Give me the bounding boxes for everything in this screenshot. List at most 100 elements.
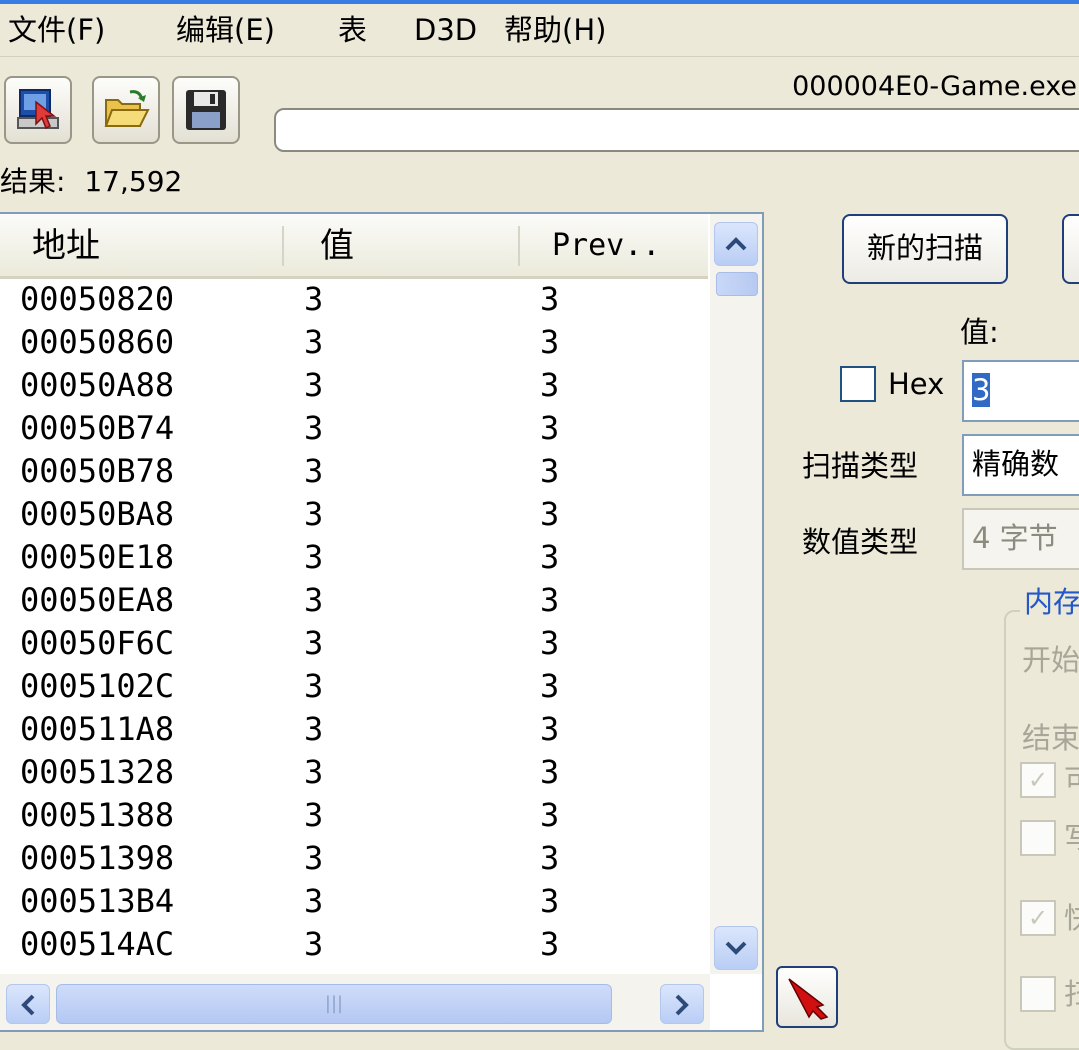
column-divider[interactable] (518, 226, 520, 266)
vertical-scroll-thumb[interactable] (716, 272, 758, 296)
option-label-2: 写 (1064, 821, 1079, 855)
row-address: 00050860 (20, 323, 175, 361)
horizontal-scroll-thumb[interactable]: ||| (56, 984, 612, 1024)
column-previous[interactable]: Prev.. (552, 226, 660, 266)
process-name-label: 000004E0-Game.exe (792, 71, 1077, 102)
result-count: 结果: 17,592 (0, 164, 182, 200)
row-value: 3 (304, 624, 324, 662)
value-label: 值: (960, 315, 999, 349)
row-address: 0005102C (20, 667, 175, 705)
scan-type-select[interactable]: 精确数 (962, 434, 1079, 496)
memory-group-label: 内存 (1020, 584, 1079, 620)
scroll-right-button[interactable] (660, 984, 704, 1024)
end-label: 结束 (1022, 721, 1079, 755)
row-previous: 3 (540, 882, 560, 920)
computer-process-icon (17, 89, 59, 130)
column-value[interactable]: 值 (320, 226, 354, 266)
column-divider[interactable] (282, 226, 284, 266)
table-row[interactable]: 000514AC 3 3 (0, 923, 710, 966)
table-row[interactable]: 000513B4 3 3 (0, 880, 710, 923)
row-address: 00050EA8 (20, 581, 175, 619)
row-value: 3 (304, 710, 324, 748)
results-rows: 00050820 3 3 00050860 3 3 00050A88 3 3 00050B74 3 3… (0, 278, 710, 998)
menu-edit[interactable]: 编辑(E) (176, 12, 275, 48)
start-label: 开始 (1022, 643, 1079, 677)
chevron-left-icon (21, 994, 35, 1016)
table-row[interactable]: 00050B78 3 3 (0, 450, 710, 493)
scan-type-label: 扫描类型 (802, 449, 919, 483)
table-row[interactable]: 00051398 3 3 (0, 837, 710, 880)
row-value: 3 (304, 882, 324, 920)
column-address[interactable]: 地址 (32, 226, 100, 266)
row-value: 3 (304, 280, 324, 318)
row-previous: 3 (540, 280, 560, 318)
row-previous: 3 (540, 667, 560, 705)
row-previous: 3 (540, 409, 560, 447)
scroll-down-button[interactable] (714, 926, 758, 970)
row-previous: 3 (540, 753, 560, 791)
open-file-button[interactable] (92, 76, 160, 144)
value-type-select[interactable]: 4 字节 (962, 508, 1079, 570)
table-row[interactable]: 00050B74 3 3 (0, 407, 710, 450)
add-to-list-button[interactable] (776, 966, 838, 1028)
scroll-up-button[interactable] (714, 222, 758, 266)
row-address: 00051328 (20, 753, 175, 791)
table-row[interactable]: 000511A8 3 3 (0, 708, 710, 751)
chevron-right-icon (675, 994, 689, 1016)
table-row[interactable]: 00050BA8 3 3 (0, 493, 710, 536)
next-scan-button[interactable] (1062, 214, 1079, 284)
table-row[interactable]: 00051328 3 3 (0, 751, 710, 794)
save-file-button[interactable] (172, 76, 240, 144)
menu-d3d[interactable]: D3D (414, 12, 477, 48)
table-row[interactable]: 00050EA8 3 3 (0, 579, 710, 622)
menu-help[interactable]: 帮助(H) (504, 12, 606, 48)
menu-bar: 文件(F) 编辑(E) 表 D3D 帮助(H) (0, 4, 1079, 57)
table-row[interactable]: 00050860 3 3 (0, 321, 710, 364)
row-address: 00050B74 (20, 409, 175, 447)
table-row[interactable]: 00050A88 3 3 (0, 364, 710, 407)
row-address: 00050820 (20, 280, 175, 318)
row-address: 000514AC (20, 925, 175, 963)
row-value: 3 (304, 409, 324, 447)
scroll-left-button[interactable] (6, 984, 50, 1024)
row-address: 00050F6C (20, 624, 175, 662)
vertical-scrollbar[interactable] (710, 214, 762, 974)
hex-label: Hex (888, 367, 945, 401)
menu-file[interactable]: 文件(F) (8, 12, 105, 48)
option-checkbox-3[interactable]: ✓ (1020, 900, 1056, 936)
row-previous: 3 (540, 624, 560, 662)
table-row[interactable]: 00050F6C 3 3 (0, 622, 710, 665)
row-address: 00050BA8 (20, 495, 175, 533)
scan-value-text: 3 (972, 373, 991, 407)
row-previous: 3 (540, 538, 560, 576)
menu-table[interactable]: 表 (338, 12, 367, 48)
option-checkbox-4[interactable] (1020, 976, 1056, 1012)
table-row[interactable]: 0005102C 3 3 (0, 665, 710, 708)
select-process-button[interactable] (4, 76, 72, 144)
new-scan-button[interactable]: 新的扫描 (842, 214, 1008, 284)
row-value: 3 (304, 667, 324, 705)
chevron-down-icon (725, 941, 747, 955)
scan-value-input[interactable]: 3 (962, 360, 1079, 422)
row-previous: 3 (540, 839, 560, 877)
results-list[interactable]: 地址 值 Prev.. 00050820 3 3 00050860 3 3 00050A88… (0, 212, 764, 1032)
option-checkbox-1[interactable]: ✓ (1020, 762, 1056, 798)
option-label-4: 扫 (1064, 977, 1079, 1011)
table-row[interactable]: 00051388 3 3 (0, 794, 710, 837)
row-value: 3 (304, 581, 324, 619)
result-count-label: 结果: (0, 165, 66, 198)
option-checkbox-2[interactable] (1020, 820, 1056, 856)
row-value: 3 (304, 323, 324, 361)
row-previous: 3 (540, 925, 560, 963)
hex-checkbox[interactable] (840, 366, 876, 402)
row-value: 3 (304, 538, 324, 576)
row-address: 00050B78 (20, 452, 175, 490)
horizontal-scrollbar[interactable]: ||| (0, 974, 710, 1030)
row-previous: 3 (540, 452, 560, 490)
results-header: 地址 值 Prev.. (0, 214, 708, 279)
row-value: 3 (304, 925, 324, 963)
table-row[interactable]: 00050E18 3 3 (0, 536, 710, 579)
open-folder-icon (104, 90, 150, 127)
row-address: 00050A88 (20, 366, 175, 404)
table-row[interactable]: 00050820 3 3 (0, 278, 710, 321)
